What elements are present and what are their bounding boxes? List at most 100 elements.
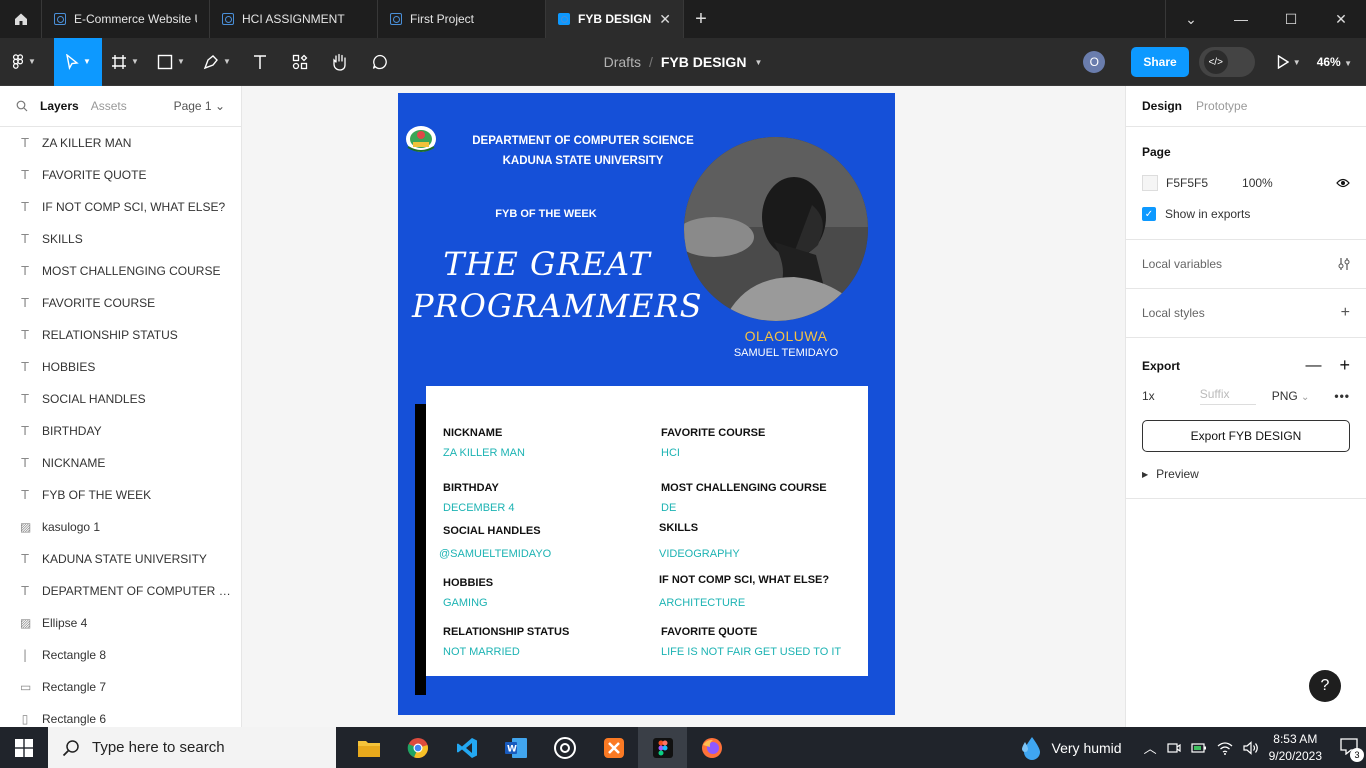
breadcrumb-drafts[interactable]: Drafts <box>604 54 641 70</box>
export-header: Export — + <box>1142 355 1350 376</box>
properties-panel: Design Prototype Page F5F5F5 100% ✓ Show… <box>1125 86 1366 727</box>
tab-design[interactable]: Design <box>1142 99 1182 113</box>
tab-assets[interactable]: Assets <box>91 99 127 113</box>
local-variables-section[interactable]: Local variables <box>1126 240 1366 289</box>
preview-toggle[interactable]: ▶ Preview <box>1142 467 1199 481</box>
layer-item[interactable]: T FYB OF THE WEEK <box>0 479 241 511</box>
page-color-hex[interactable]: F5F5F5 <box>1166 176 1208 190</box>
new-tab-button[interactable]: + <box>684 0 718 38</box>
firefox-app[interactable] <box>687 727 736 768</box>
zoom-level[interactable]: 46% ▼ <box>1317 55 1352 69</box>
export-format-select[interactable]: PNG ⌄ <box>1272 389 1310 403</box>
minimize-icon[interactable]: — <box>1216 0 1266 38</box>
layer-item[interactable]: T KADUNA STATE UNIVERSITY <box>0 543 241 575</box>
pen-tool[interactable]: ▼ <box>194 38 240 86</box>
file-explorer-app[interactable] <box>344 727 393 768</box>
zoom-value: 46% <box>1316 55 1341 69</box>
obs-app[interactable] <box>540 727 589 768</box>
chevron-up-icon[interactable]: ︿ <box>1144 738 1157 757</box>
breadcrumb-file-name[interactable]: FYB DESIGN <box>661 54 747 70</box>
chrome-app[interactable] <box>393 727 442 768</box>
layer-label: SOCIAL HANDLES <box>42 392 146 406</box>
help-button[interactable]: ? <box>1309 670 1341 702</box>
add-icon[interactable]: + <box>1339 355 1350 376</box>
word-app[interactable]: W <box>491 727 540 768</box>
tab-prototype[interactable]: Prototype <box>1196 99 1247 113</box>
export-button[interactable]: Export FYB DESIGN <box>1142 420 1350 452</box>
text-layer-icon: T <box>21 584 29 598</box>
layer-item[interactable]: ▨ Ellipse 4 <box>0 607 241 639</box>
taskbar-search[interactable]: Type here to search <box>48 727 336 768</box>
weather-text[interactable]: Very humid <box>1052 740 1122 756</box>
layer-item[interactable]: ▭ Rectangle 7 <box>0 671 241 703</box>
frame-tool[interactable]: ▼ <box>102 38 148 86</box>
notifications-button[interactable]: 3 <box>1340 737 1364 762</box>
more-icon[interactable]: ••• <box>1334 389 1350 403</box>
main-menu-button[interactable]: ▼ <box>0 38 48 86</box>
dev-mode-toggle[interactable]: </> <box>1198 47 1255 77</box>
page-color-swatch[interactable] <box>1142 175 1158 191</box>
layer-item[interactable]: T HOBBIES <box>0 351 241 383</box>
tab-ecommerce[interactable]: E-Commerce Website UI/UX (Commu <box>42 0 210 38</box>
battery-icon[interactable] <box>1191 742 1207 754</box>
tab-first-project[interactable]: First Project <box>378 0 546 38</box>
vscode-app[interactable] <box>442 727 491 768</box>
wifi-icon[interactable] <box>1217 741 1233 755</box>
sliders-icon[interactable] <box>1338 257 1350 271</box>
start-button[interactable] <box>0 727 48 768</box>
meet-now-icon[interactable] <box>1167 741 1181 755</box>
field-label: HOBBIES <box>443 577 494 589</box>
figma-app-taskbar[interactable] <box>638 727 687 768</box>
home-button[interactable] <box>0 0 42 38</box>
chevron-down-icon[interactable]: ▼ <box>754 58 762 67</box>
layer-item[interactable]: T FAVORITE COURSE <box>0 287 241 319</box>
page-selector[interactable]: Page 1 ⌄ <box>174 99 225 113</box>
resources-tool[interactable] <box>280 38 320 86</box>
layer-item[interactable]: T NICKNAME <box>0 447 241 479</box>
close-tab-icon[interactable]: ✕ <box>659 11 671 28</box>
export-scale[interactable]: 1x <box>1142 389 1155 403</box>
comment-tool[interactable] <box>360 38 400 86</box>
layer-label: ZA KILLER MAN <box>42 136 132 150</box>
local-styles-section[interactable]: Local styles + <box>1126 289 1366 338</box>
present-button[interactable]: ▼ <box>1271 47 1307 77</box>
layer-item[interactable]: T BIRTHDAY <box>0 415 241 447</box>
field-label: NICKNAME <box>443 427 503 439</box>
move-tool[interactable]: ▼ <box>54 37 102 86</box>
layer-item[interactable]: T IF NOT COMP SCI, WHAT ELSE? <box>0 191 241 223</box>
hand-tool[interactable] <box>320 38 360 86</box>
maximize-icon[interactable]: ☐ <box>1266 0 1316 38</box>
avatar[interactable]: O <box>1083 51 1106 73</box>
layer-item[interactable]: ▨ kasulogo 1 <box>0 511 241 543</box>
shape-tool[interactable]: ▼ <box>148 38 194 86</box>
tab-hci-assignment[interactable]: HCI ASSIGNMENT <box>210 0 378 38</box>
tab-fyb-design[interactable]: FYB DESIGN ✕ <box>546 0 684 38</box>
chevron-down-icon[interactable]: ⌄ <box>1166 0 1216 38</box>
layer-item[interactable]: T SOCIAL HANDLES <box>0 383 241 415</box>
fyb-design-frame[interactable]: DEPARTMENT OF COMPUTER SCIENCE KADUNA ST… <box>398 93 895 715</box>
search-icon[interactable] <box>16 100 28 112</box>
clock[interactable]: 8:53 AM 9/20/2023 <box>1269 731 1322 765</box>
share-button[interactable]: Share <box>1131 47 1189 77</box>
layer-item[interactable]: | Rectangle 8 <box>0 639 241 671</box>
layer-item[interactable]: T SKILLS <box>0 223 241 255</box>
layer-item[interactable]: T DEPARTMENT OF COMPUTER SCI... <box>0 575 241 607</box>
add-icon[interactable]: + <box>1341 304 1350 322</box>
export-suffix-input[interactable]: Suffix <box>1199 387 1256 405</box>
close-window-icon[interactable]: ✕ <box>1316 0 1366 38</box>
xampp-app[interactable] <box>589 727 638 768</box>
show-in-exports-checkbox[interactable]: ✓ <box>1142 207 1156 221</box>
windows-taskbar: Type here to search W Very humid ︿ 8:53 … <box>0 727 1366 768</box>
volume-icon[interactable] <box>1243 740 1259 755</box>
layer-item[interactable]: T RELATIONSHIP STATUS <box>0 319 241 351</box>
layer-item[interactable]: T ZA KILLER MAN <box>0 127 241 159</box>
eye-icon[interactable] <box>1336 178 1350 188</box>
layer-item[interactable]: T FAVORITE QUOTE <box>0 159 241 191</box>
layer-item[interactable]: T MOST CHALLENGING COURSE <box>0 255 241 287</box>
canvas[interactable]: DEPARTMENT OF COMPUTER SCIENCE KADUNA ST… <box>242 86 1125 727</box>
remove-icon[interactable]: — <box>1305 357 1321 375</box>
tab-layers[interactable]: Layers <box>40 99 79 113</box>
text-tool[interactable] <box>240 38 280 86</box>
page-opacity[interactable]: 100% <box>1242 176 1273 190</box>
layer-item[interactable]: ▯ Rectangle 6 <box>0 703 241 727</box>
